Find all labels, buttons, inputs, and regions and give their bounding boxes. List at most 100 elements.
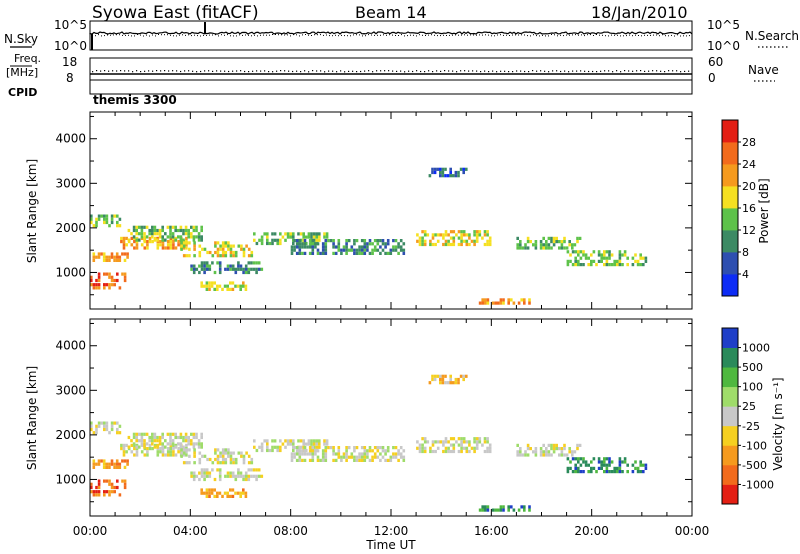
velocity-echo-cell xyxy=(284,445,287,449)
velocity-echo-cell xyxy=(321,455,325,459)
power-echo-cell xyxy=(255,267,258,271)
velocity-echo-cell xyxy=(499,505,503,509)
power-echo-cell xyxy=(465,239,469,243)
power-echo-cell xyxy=(231,281,235,285)
velocity-echo-cell xyxy=(148,435,151,440)
nave-dot xyxy=(168,70,170,72)
nave-dot xyxy=(584,70,586,72)
velocity-echo-cell xyxy=(108,462,111,466)
power-echo-cell xyxy=(161,238,164,242)
power-echo-cell xyxy=(250,267,253,271)
power-echo-cell xyxy=(232,250,235,255)
velocity-echo-cell xyxy=(636,466,640,470)
velocity-echo-cell xyxy=(318,439,321,443)
velocity-echo-cell xyxy=(631,463,635,467)
power-echo-cell xyxy=(195,235,198,239)
power-echo-cell xyxy=(185,241,189,245)
power-echo-cell xyxy=(192,238,196,242)
velocity-echo-cell xyxy=(478,508,482,512)
nsearch-dot xyxy=(380,34,381,36)
power-echo-cell xyxy=(92,224,96,228)
velocity-echo-cell xyxy=(232,457,235,462)
velocity-colorbar-tick-label: 100 xyxy=(742,381,763,394)
nsearch-dot xyxy=(527,35,528,37)
nsearch-dot xyxy=(422,34,423,36)
power-echo-cell xyxy=(318,232,321,236)
power-echo-cell xyxy=(123,258,127,262)
power-echo-cell xyxy=(292,241,295,246)
power-echo-cell xyxy=(433,167,437,171)
power-echo-cell xyxy=(140,243,144,247)
velocity-echo-cell xyxy=(208,457,212,462)
nave-dot xyxy=(112,70,114,72)
nsearch-dot xyxy=(383,34,384,36)
power-echo-cell xyxy=(462,170,465,175)
power-echo-cell xyxy=(125,236,128,240)
nave-dot xyxy=(576,70,578,72)
velocity-echo-cell xyxy=(169,439,172,443)
power-echo-cell xyxy=(195,267,199,271)
velocity-echo-cell xyxy=(102,462,106,466)
velocity-echo-cell xyxy=(205,474,209,478)
power-echo-cell xyxy=(574,256,577,260)
velocity-echo-cell xyxy=(431,377,434,382)
power-echo-cell xyxy=(618,259,622,263)
velocity-echo-cell xyxy=(221,451,225,455)
nsearch-dot xyxy=(446,35,447,36)
velocity-echo-cell xyxy=(219,451,222,455)
velocity-echo-cell xyxy=(289,439,292,443)
nsearch-dot xyxy=(290,35,291,37)
velocity-echo-cell xyxy=(290,455,294,459)
velocity-echo-cell xyxy=(558,447,561,451)
velocity-echo-cell xyxy=(603,463,606,467)
nsearch-dot xyxy=(419,34,420,36)
power-echo-cell xyxy=(187,228,190,233)
velocity-echo-cell xyxy=(571,457,575,461)
velocity-echo-cell xyxy=(429,449,432,454)
nsearch-dot xyxy=(449,34,450,36)
power-echo-cell xyxy=(266,232,269,236)
nsearch-dot xyxy=(122,34,123,36)
velocity-echo-cell xyxy=(174,445,177,449)
velocity-echo-cell xyxy=(397,458,400,462)
power-echo-cell xyxy=(102,258,106,262)
velocity-echo-cell xyxy=(92,465,96,469)
power-echo-cell xyxy=(253,238,256,242)
velocity-echo-cell xyxy=(198,477,201,482)
power-echo-cell xyxy=(577,263,580,267)
power-echo-cell xyxy=(118,258,122,262)
velocity-echo-cell xyxy=(470,446,474,450)
velocity-echo-cell xyxy=(486,446,489,450)
power-echo-cell xyxy=(143,246,147,250)
power-echo-cell xyxy=(473,242,476,247)
power-echo-cell xyxy=(381,248,385,252)
power-echo-cell xyxy=(314,242,317,246)
power-echo-cell xyxy=(110,214,114,218)
nsearch-dot xyxy=(110,34,111,36)
power-echo-cell xyxy=(560,243,564,247)
power-echo-cell xyxy=(516,243,519,247)
velocity-echo-cell xyxy=(642,463,645,467)
velocity-echo-cell xyxy=(475,446,479,450)
velocity-colorbar-tick-label: 1000 xyxy=(742,342,770,355)
nave-dot xyxy=(508,71,510,73)
power-echo-cell xyxy=(468,236,471,240)
power-echo-cell xyxy=(203,247,207,251)
velocity-colorbar-segment xyxy=(722,484,738,505)
velocity-echo-cell xyxy=(135,439,138,443)
velocity-echo-cell xyxy=(481,505,484,509)
velocity-echo-cell xyxy=(115,459,119,463)
velocity-echo-cell xyxy=(161,435,164,440)
power-echo-cell xyxy=(436,167,439,171)
velocity-echo-cell xyxy=(431,449,435,454)
power-echo-cell xyxy=(242,281,245,285)
power-echo-cell xyxy=(229,250,233,255)
velocity-echo-cell xyxy=(449,374,452,378)
nsearch-dot xyxy=(155,35,156,37)
power-echo-cell xyxy=(532,243,535,247)
nave-dot xyxy=(228,70,230,73)
velocity-echo-cell xyxy=(516,453,519,457)
velocity-echo-cell xyxy=(618,466,622,470)
velocity-echo-cell xyxy=(156,439,159,443)
power-echo-cell xyxy=(244,284,248,288)
